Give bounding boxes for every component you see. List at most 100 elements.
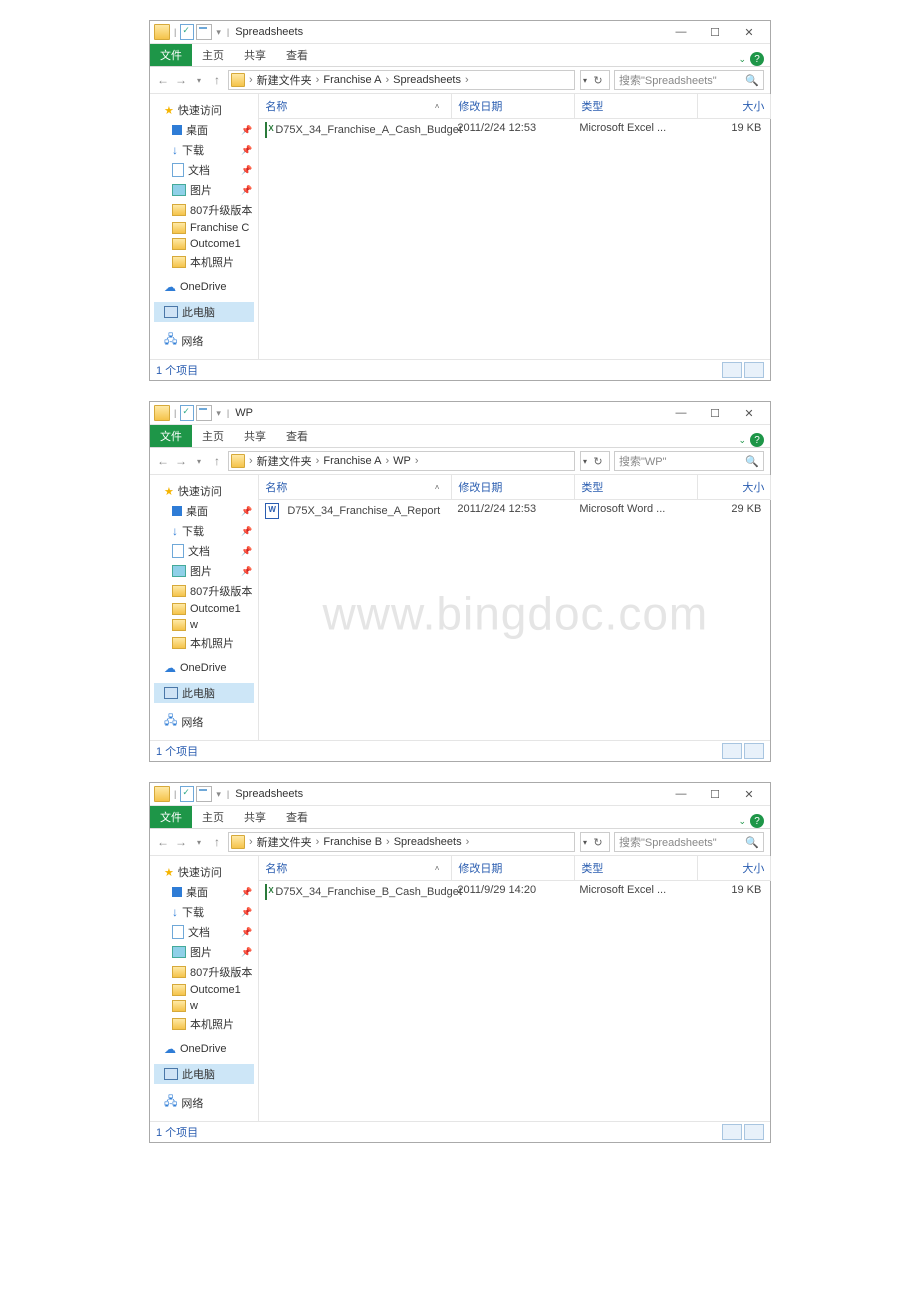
back-button[interactable]: ←: [156, 73, 170, 87]
file-row[interactable]: D75X_34_Franchise_B_Cash_Budget 2011/9/2…: [259, 881, 771, 903]
close-button[interactable]: [732, 783, 766, 805]
sidebar-item[interactable]: w: [154, 617, 254, 633]
large-icons-view-button[interactable]: [744, 362, 764, 378]
close-button[interactable]: [732, 402, 766, 424]
help-icon[interactable]: ?: [750, 52, 764, 66]
new-folder-icon[interactable]: [196, 405, 212, 421]
search-input[interactable]: 搜索"Spreadsheets"🔍: [614, 832, 764, 852]
ribbon-tab[interactable]: 共享: [234, 44, 276, 66]
details-view-button[interactable]: [722, 743, 742, 759]
sidebar-item[interactable]: ↓下载📌: [154, 521, 254, 541]
maximize-button[interactable]: [698, 21, 732, 43]
address-dropdown-icon[interactable]: ▾: [583, 838, 587, 847]
minimize-button[interactable]: [664, 783, 698, 805]
search-input[interactable]: 搜索"WP"🔍: [614, 451, 764, 471]
ribbon-tab[interactable]: 查看: [276, 806, 318, 828]
up-button[interactable]: ↑: [210, 835, 224, 849]
breadcrumb-segment[interactable]: 新建文件夹: [257, 72, 312, 88]
breadcrumb-segment[interactable]: Franchise A: [323, 455, 381, 467]
address-bar[interactable]: ›新建文件夹›Franchise B›Spreadsheets›: [228, 832, 575, 852]
sidebar-item[interactable]: 桌面📌: [154, 501, 254, 521]
forward-button[interactable]: →: [174, 835, 188, 849]
column-header-type[interactable]: 类型: [575, 94, 698, 118]
up-button[interactable]: ↑: [210, 454, 224, 468]
ribbon-tab-file[interactable]: 文件: [150, 425, 192, 447]
file-row[interactable]: D75X_34_Franchise_A_Report 2011/2/24 12:…: [259, 500, 771, 522]
new-folder-icon[interactable]: [196, 786, 212, 802]
column-header-size[interactable]: 大小: [698, 856, 771, 880]
collapse-ribbon-icon[interactable]: ⌄: [738, 54, 746, 65]
maximize-button[interactable]: [698, 783, 732, 805]
search-input[interactable]: 搜索"Spreadsheets"🔍: [614, 70, 764, 90]
column-header-date[interactable]: 修改日期: [452, 94, 575, 118]
properties-icon[interactable]: [180, 786, 194, 802]
forward-button[interactable]: →: [174, 73, 188, 87]
breadcrumb-segment[interactable]: 新建文件夹: [257, 453, 312, 469]
breadcrumb-segment[interactable]: Spreadsheets: [394, 836, 462, 848]
breadcrumb-segment[interactable]: Franchise B: [323, 836, 382, 848]
breadcrumb-segment[interactable]: WP: [393, 455, 411, 467]
details-view-button[interactable]: [722, 362, 742, 378]
ribbon-tab[interactable]: 主页: [192, 425, 234, 447]
sidebar-item[interactable]: 807升级版本: [154, 581, 254, 601]
sidebar-item[interactable]: 图片📌: [154, 180, 254, 200]
sidebar-item[interactable]: ↓下载📌: [154, 140, 254, 160]
recent-dropdown-icon[interactable]: ▾: [192, 457, 206, 466]
properties-icon[interactable]: [180, 405, 194, 421]
sidebar-item[interactable]: Outcome1: [154, 236, 254, 252]
sidebar-item[interactable]: 文档📌: [154, 541, 254, 561]
details-view-button[interactable]: [722, 1124, 742, 1140]
sidebar-item[interactable]: Franchise C: [154, 220, 254, 236]
new-folder-icon[interactable]: [196, 24, 212, 40]
recent-dropdown-icon[interactable]: ▾: [192, 838, 206, 847]
address-bar[interactable]: ›新建文件夹›Franchise A›WP›: [228, 451, 575, 471]
sidebar-item-onedrive[interactable]: ☁OneDrive: [154, 659, 254, 677]
sidebar-item[interactable]: w: [154, 998, 254, 1014]
up-button[interactable]: ↑: [210, 73, 224, 87]
properties-icon[interactable]: [180, 24, 194, 40]
sidebar-item-network[interactable]: 🖧网络: [154, 709, 254, 734]
file-row[interactable]: D75X_34_Franchise_A_Cash_Budget 2011/2/2…: [259, 119, 771, 141]
qat-dropdown-icon[interactable]: ▾: [216, 789, 221, 800]
close-button[interactable]: [732, 21, 766, 43]
ribbon-tab-file[interactable]: 文件: [150, 806, 192, 828]
column-header-name[interactable]: 名称˄: [259, 94, 452, 118]
minimize-button[interactable]: [664, 402, 698, 424]
ribbon-tab-file[interactable]: 文件: [150, 44, 192, 66]
column-header-size[interactable]: 大小: [698, 475, 771, 499]
sidebar-item[interactable]: 本机照片: [154, 633, 254, 653]
column-header-size[interactable]: 大小: [698, 94, 771, 118]
sidebar-item[interactable]: ↓下载📌: [154, 902, 254, 922]
ribbon-tab[interactable]: 共享: [234, 806, 276, 828]
help-icon[interactable]: ?: [750, 814, 764, 828]
minimize-button[interactable]: [664, 21, 698, 43]
collapse-ribbon-icon[interactable]: ⌄: [738, 435, 746, 446]
sidebar-item-this-pc[interactable]: 此电脑: [154, 302, 254, 322]
sidebar-item-this-pc[interactable]: 此电脑: [154, 1064, 254, 1084]
qat-dropdown-icon[interactable]: ▾: [216, 408, 221, 419]
column-header-date[interactable]: 修改日期: [452, 475, 575, 499]
sidebar-item[interactable]: 桌面📌: [154, 882, 254, 902]
sidebar-item-this-pc[interactable]: 此电脑: [154, 683, 254, 703]
help-icon[interactable]: ?: [750, 433, 764, 447]
sidebar-item[interactable]: 桌面📌: [154, 120, 254, 140]
back-button[interactable]: ←: [156, 835, 170, 849]
column-header-type[interactable]: 类型: [575, 856, 698, 880]
sidebar-item[interactable]: Outcome1: [154, 982, 254, 998]
forward-button[interactable]: →: [174, 454, 188, 468]
ribbon-tab[interactable]: 共享: [234, 425, 276, 447]
sidebar-item[interactable]: 文档📌: [154, 922, 254, 942]
breadcrumb-segment[interactable]: Spreadsheets: [393, 74, 461, 86]
address-dropdown-icon[interactable]: ▾: [583, 76, 587, 85]
sidebar-item-network[interactable]: 🖧网络: [154, 1090, 254, 1115]
sidebar-item-quick-access[interactable]: ★快速访问: [154, 481, 254, 501]
address-dropdown-icon[interactable]: ▾: [583, 457, 587, 466]
breadcrumb-segment[interactable]: 新建文件夹: [257, 834, 312, 850]
sidebar-item-onedrive[interactable]: ☁OneDrive: [154, 1040, 254, 1058]
back-button[interactable]: ←: [156, 454, 170, 468]
ribbon-tab[interactable]: 查看: [276, 425, 318, 447]
ribbon-tab[interactable]: 主页: [192, 44, 234, 66]
sidebar-item-onedrive[interactable]: ☁OneDrive: [154, 278, 254, 296]
sidebar-item[interactable]: Outcome1: [154, 601, 254, 617]
column-header-name[interactable]: 名称˄: [259, 475, 452, 499]
